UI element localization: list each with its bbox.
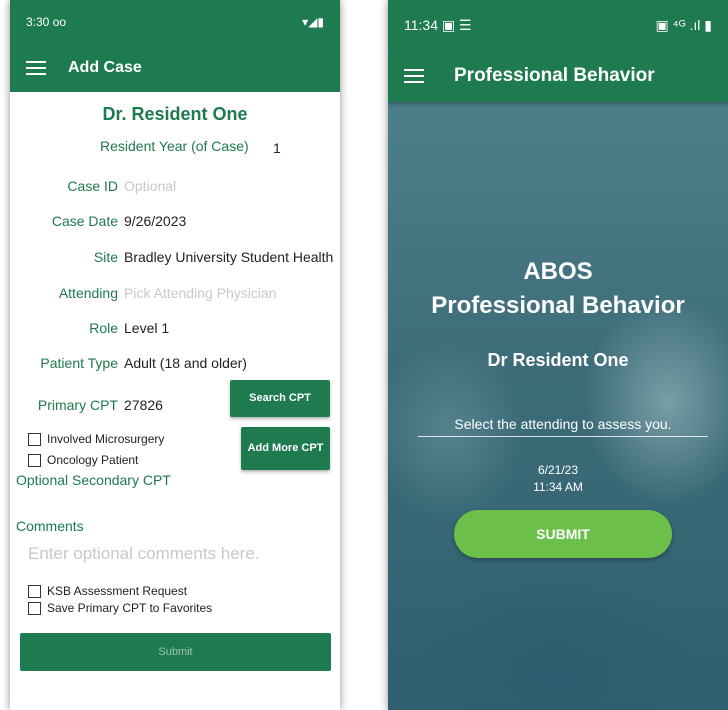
resident-year-label: Resident Year (of Case) xyxy=(100,138,249,154)
menu-icon[interactable] xyxy=(404,69,424,83)
menu-icon[interactable] xyxy=(26,61,46,75)
case-id-label: Case ID xyxy=(67,178,118,194)
background-photo xyxy=(388,102,728,710)
attending-label: Attending xyxy=(58,285,118,301)
resident-year-value[interactable]: 1 xyxy=(273,140,281,156)
heading-line-2: Professional Behavior xyxy=(431,292,685,319)
submit-button[interactable]: SUBMIT xyxy=(454,510,672,558)
status-bar: 11:34 ▣ ☰ ▣ ⁴ᴳ .ıl ▮ xyxy=(388,0,728,50)
status-icons: ▣ ⁴ᴳ .ıl ▮ xyxy=(655,16,712,33)
patient-type-field[interactable]: Adult (18 and older) xyxy=(124,355,247,371)
resident-name: Dr. Resident One xyxy=(102,104,248,124)
oncology-patient-label: Oncology Patient xyxy=(47,453,139,467)
case-date-field[interactable]: 9/26/2023 xyxy=(124,213,186,229)
checkbox-box[interactable] xyxy=(28,453,41,467)
attending-field[interactable]: Pick Attending Physician xyxy=(124,285,277,301)
checkbox-box[interactable] xyxy=(28,601,41,615)
notification-icons: ▣ ☰ xyxy=(441,16,472,33)
optional-secondary-cpt-link[interactable]: Optional Secondary CPT xyxy=(16,472,171,488)
professional-behavior-screen: 11:34 ▣ ☰ ▣ ⁴ᴳ .ıl ▮ Professional Behavi… xyxy=(388,0,728,710)
primary-cpt-field[interactable]: 27826 xyxy=(124,397,163,413)
oncology-patient-checkbox[interactable]: Oncology Patient xyxy=(28,453,138,467)
status-icons: ▾◢▮ xyxy=(302,15,324,29)
patient-type-label: Patient Type xyxy=(40,355,118,371)
site-label: Site xyxy=(93,249,118,265)
role-field[interactable]: Level 1 xyxy=(124,320,169,336)
time-text: 11:34 AM xyxy=(533,480,583,494)
datetime: 6/21/23 11:34 AM xyxy=(388,462,728,496)
page-title: Add Case xyxy=(68,59,142,76)
add-more-cpt-button[interactable]: Add More CPT xyxy=(241,427,330,470)
app-bar: Professional Behavior xyxy=(388,50,728,102)
status-time: 3:30 xyxy=(26,15,50,29)
page-title: Professional Behavior xyxy=(454,65,655,86)
site-field[interactable]: Bradley University Student Health xyxy=(124,249,333,265)
case-date-label: Case Date xyxy=(51,213,118,229)
status-bar: 3:30 oo ▾◢▮ xyxy=(10,0,340,44)
search-cpt-button[interactable]: Search CPT xyxy=(230,380,330,417)
status-time: 11:34 xyxy=(404,16,438,33)
heading: ABOS Professional Behavior xyxy=(388,255,728,323)
heading-line-1: ABOS xyxy=(523,258,593,285)
involved-microsurgery-checkbox[interactable]: Involved Microsurgery xyxy=(28,432,164,446)
date-text: 6/21/23 xyxy=(537,463,579,477)
ksb-request-checkbox[interactable]: KSB Assessment Request xyxy=(28,584,187,598)
primary-cpt-label: Primary CPT xyxy=(37,397,118,413)
add-case-screen: 3:30 oo ▾◢▮ Add Case Dr. Resident One Re… xyxy=(10,0,340,710)
comments-label: Comments xyxy=(16,518,84,534)
role-label: Role xyxy=(89,320,118,336)
app-bar: Add Case xyxy=(10,44,340,92)
resident-name: Dr Resident One xyxy=(487,350,629,370)
comments-input[interactable]: Enter optional comments here. xyxy=(28,544,260,564)
save-primary-cpt-label: Save Primary CPT to Favorites xyxy=(47,601,213,615)
checkbox-box[interactable] xyxy=(28,432,41,446)
case-id-input[interactable]: Optional xyxy=(124,178,176,194)
attending-select[interactable]: Select the attending to assess you. xyxy=(418,416,708,437)
checkbox-box[interactable] xyxy=(28,584,41,598)
voicemail-icon: oo xyxy=(52,15,67,29)
involved-microsurgery-label: Involved Microsurgery xyxy=(47,432,165,446)
ksb-request-label: KSB Assessment Request xyxy=(47,584,188,598)
save-primary-cpt-checkbox[interactable]: Save Primary CPT to Favorites xyxy=(28,601,212,615)
submit-button[interactable]: Submit xyxy=(20,633,331,671)
